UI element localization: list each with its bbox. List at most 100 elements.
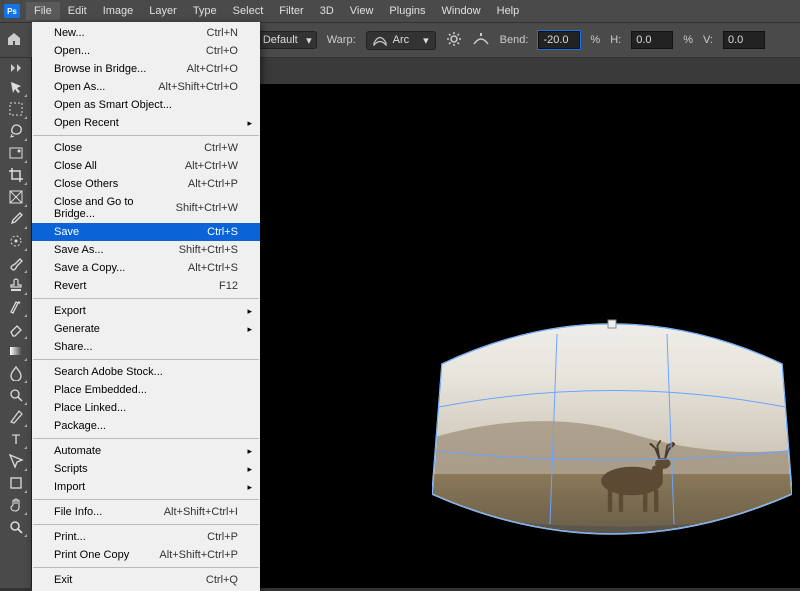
menu-item-file-info[interactable]: File Info...Alt+Shift+Ctrl+I bbox=[32, 503, 260, 521]
menu-item-import[interactable]: Import bbox=[32, 478, 260, 496]
menu-item-label: New... bbox=[54, 27, 85, 39]
menu-view[interactable]: View bbox=[342, 2, 382, 20]
warp-value: Arc bbox=[393, 34, 410, 46]
menu-item-save-as[interactable]: Save As...Shift+Ctrl+S bbox=[32, 241, 260, 259]
menu-item-shortcut: Shift+Ctrl+W bbox=[176, 202, 238, 214]
menu-item-label: Export bbox=[54, 305, 86, 317]
hand-tool-icon[interactable] bbox=[3, 494, 29, 516]
menu-item-open-recent[interactable]: Open Recent bbox=[32, 114, 260, 132]
brush-tool-icon[interactable] bbox=[3, 252, 29, 274]
menu-item-place-linked[interactable]: Place Linked... bbox=[32, 399, 260, 417]
menu-item-share[interactable]: Share... bbox=[32, 338, 260, 356]
menu-separator bbox=[33, 438, 259, 439]
menu-item-label: File Info... bbox=[54, 506, 102, 518]
frame-tool-icon[interactable] bbox=[3, 186, 29, 208]
menu-image[interactable]: Image bbox=[95, 2, 142, 20]
menu-item-label: Close Others bbox=[54, 178, 118, 190]
menu-3d[interactable]: 3D bbox=[312, 2, 342, 20]
menu-type[interactable]: Type bbox=[185, 2, 225, 20]
h-label: H: bbox=[610, 34, 621, 46]
shape-tool-icon[interactable] bbox=[3, 472, 29, 494]
h-input[interactable] bbox=[631, 31, 673, 49]
menu-select[interactable]: Select bbox=[225, 2, 272, 20]
crop-tool-icon[interactable] bbox=[3, 164, 29, 186]
warp-orientation-icon[interactable] bbox=[472, 31, 490, 50]
menu-item-package[interactable]: Package... bbox=[32, 417, 260, 435]
bend-input[interactable] bbox=[538, 31, 580, 49]
menu-item-automate[interactable]: Automate bbox=[32, 442, 260, 460]
menu-item-exit[interactable]: ExitCtrl+Q bbox=[32, 571, 260, 589]
warped-image[interactable] bbox=[432, 294, 792, 564]
menu-separator bbox=[33, 298, 259, 299]
menu-item-open-as[interactable]: Open As...Alt+Shift+Ctrl+O bbox=[32, 78, 260, 96]
history-tool-icon[interactable] bbox=[3, 296, 29, 318]
menu-item-save[interactable]: SaveCtrl+S bbox=[32, 223, 260, 241]
blur-tool-icon[interactable] bbox=[3, 362, 29, 384]
warp-options-icon[interactable] bbox=[446, 31, 462, 50]
menu-item-label: Automate bbox=[54, 445, 101, 457]
menu-item-shortcut: Alt+Ctrl+P bbox=[188, 178, 238, 190]
menu-layer[interactable]: Layer bbox=[141, 2, 185, 20]
menu-item-generate[interactable]: Generate bbox=[32, 320, 260, 338]
menu-plugins[interactable]: Plugins bbox=[381, 2, 433, 20]
menu-item-scripts[interactable]: Scripts bbox=[32, 460, 260, 478]
pen-tool-icon[interactable] bbox=[3, 406, 29, 428]
warp-select[interactable]: Arc ▾ bbox=[366, 31, 436, 50]
dodge-tool-icon[interactable] bbox=[3, 384, 29, 406]
path-tool-icon[interactable] bbox=[3, 450, 29, 472]
menu-file[interactable]: File bbox=[26, 2, 60, 20]
gradient-tool-icon[interactable] bbox=[3, 340, 29, 362]
menu-item-new[interactable]: New...Ctrl+N bbox=[32, 24, 260, 42]
menu-item-browse-in-bridge[interactable]: Browse in Bridge... Alt+Ctrl+O bbox=[32, 60, 260, 78]
menu-item-label: Open... bbox=[54, 45, 90, 57]
menu-item-label: Save As... bbox=[54, 244, 104, 256]
menu-help[interactable]: Help bbox=[489, 2, 528, 20]
menu-item-print-one-copy[interactable]: Print One CopyAlt+Shift+Ctrl+P bbox=[32, 546, 260, 564]
menu-item-label: Browse in Bridge... bbox=[54, 63, 146, 75]
menu-item-shortcut: Alt+Ctrl+W bbox=[185, 160, 238, 172]
menu-item-shortcut: Alt+Shift+Ctrl+P bbox=[159, 549, 238, 561]
menu-item-shortcut: Ctrl+W bbox=[204, 142, 238, 154]
eraser-tool-icon[interactable] bbox=[3, 318, 29, 340]
move-tool-icon[interactable] bbox=[3, 76, 29, 98]
bend-percent: % bbox=[590, 34, 600, 46]
menu-window[interactable]: Window bbox=[434, 2, 489, 20]
menu-item-label: Place Linked... bbox=[54, 402, 126, 414]
menu-item-label: Open as Smart Object... bbox=[54, 99, 172, 111]
menu-item-close-all[interactable]: Close AllAlt+Ctrl+W bbox=[32, 157, 260, 175]
menu-item-close[interactable]: Close Ctrl+W bbox=[32, 139, 260, 157]
h-percent: % bbox=[683, 34, 693, 46]
menu-item-revert[interactable]: RevertF12 bbox=[32, 277, 260, 295]
toolbox-expander-icon[interactable] bbox=[3, 62, 29, 74]
warp-control-handle[interactable] bbox=[608, 320, 616, 328]
menu-filter[interactable]: Filter bbox=[271, 2, 311, 20]
marquee-tool-icon[interactable] bbox=[3, 98, 29, 120]
menu-item-open-as-smart-object[interactable]: Open as Smart Object... bbox=[32, 96, 260, 114]
menu-item-open[interactable]: Open...Ctrl+O bbox=[32, 42, 260, 60]
type-tool-icon[interactable]: T bbox=[3, 428, 29, 450]
menu-edit[interactable]: Edit bbox=[60, 2, 95, 20]
zoom-tool-icon[interactable] bbox=[3, 516, 29, 538]
menu-item-save-a-copy[interactable]: Save a Copy...Alt+Ctrl+S bbox=[32, 259, 260, 277]
menu-item-shortcut: Alt+Ctrl+O bbox=[187, 63, 238, 75]
lasso-tool-icon[interactable] bbox=[3, 120, 29, 142]
menu-item-export[interactable]: Export bbox=[32, 302, 260, 320]
menu-item-print[interactable]: Print...Ctrl+P bbox=[32, 528, 260, 546]
menu-item-label: Save a Copy... bbox=[54, 262, 125, 274]
toolbox: T bbox=[0, 58, 32, 588]
heal-tool-icon[interactable] bbox=[3, 230, 29, 252]
menu-item-place-embedded[interactable]: Place Embedded... bbox=[32, 381, 260, 399]
menu-separator bbox=[33, 499, 259, 500]
grid-select[interactable]: Default bbox=[256, 31, 317, 49]
stamp-tool-icon[interactable] bbox=[3, 274, 29, 296]
home-icon[interactable] bbox=[6, 31, 22, 50]
eyedropper-tool-icon[interactable] bbox=[3, 208, 29, 230]
wand-tool-icon[interactable] bbox=[3, 142, 29, 164]
menu-item-label: Close bbox=[54, 142, 82, 154]
menu-item-search-adobe-stock[interactable]: Search Adobe Stock... bbox=[32, 363, 260, 381]
v-input[interactable] bbox=[723, 31, 765, 49]
menu-item-label: Generate bbox=[54, 323, 100, 335]
menu-item-close-and-go-to-bridge[interactable]: Close and Go to Bridge...Shift+Ctrl+W bbox=[32, 193, 260, 223]
v-label: V: bbox=[703, 34, 713, 46]
menu-item-close-others[interactable]: Close Others Alt+Ctrl+P bbox=[32, 175, 260, 193]
